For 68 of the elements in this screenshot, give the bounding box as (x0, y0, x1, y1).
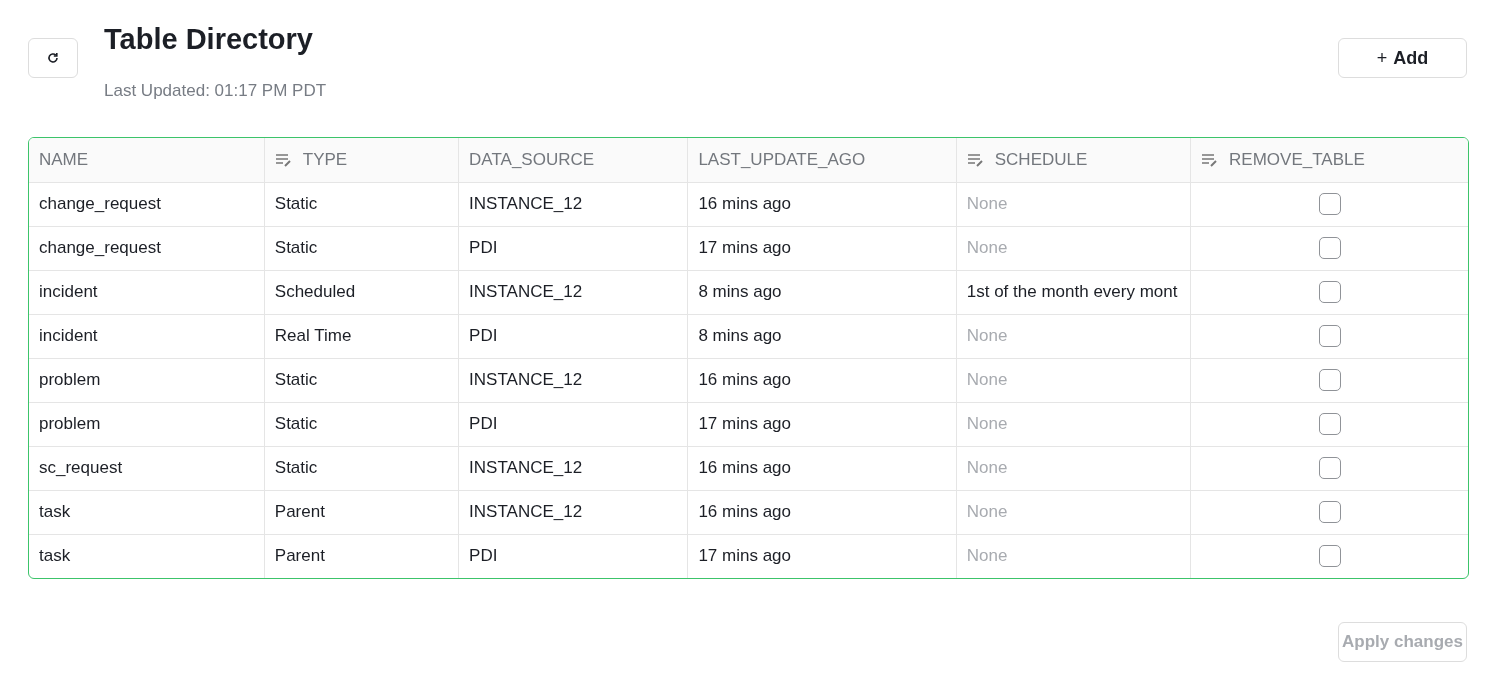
table-cell: Static (264, 446, 459, 490)
table-cell: 17 mins ago (687, 534, 957, 578)
table-cell: PDI (458, 534, 688, 578)
table-cell: incident (29, 270, 265, 314)
table-cell: PDI (458, 226, 688, 270)
table-cell: task (29, 534, 265, 578)
table-cell: 16 mins ago (687, 490, 957, 534)
table-cell: sc_request (29, 446, 265, 490)
table-cell: INSTANCE_12 (458, 446, 688, 490)
table-cell: change_request (29, 226, 265, 270)
last-updated-text: Last Updated: 01:17 PM PDT (104, 81, 328, 101)
table-cell: Static (264, 182, 459, 226)
table-cell: Real Time (264, 314, 459, 358)
table-cell: INSTANCE_12 (458, 358, 688, 402)
table-cell: None (956, 314, 1191, 358)
table-cell: Parent (264, 490, 459, 534)
table-cell: INSTANCE_12 (458, 182, 688, 226)
page-title: Table Directory (104, 22, 314, 57)
table-cell: PDI (458, 314, 688, 358)
column-header: NAME (29, 138, 265, 182)
table-cell: 16 mins ago (687, 358, 957, 402)
column-header: DATA_SOURCE (458, 138, 688, 182)
table-cell: None (956, 534, 1191, 578)
table-cell: incident (29, 314, 265, 358)
refresh-icon (47, 52, 59, 64)
table-cell: None (956, 402, 1191, 446)
table-cell: INSTANCE_12 (458, 270, 688, 314)
table-cell: 16 mins ago (687, 446, 957, 490)
checkbox[interactable] (1318, 325, 1341, 347)
table-cell: Static (264, 358, 459, 402)
table-cell: 16 mins ago (687, 182, 957, 226)
edit-list-icon (1201, 152, 1220, 167)
edit-list-icon (966, 152, 985, 167)
checkbox[interactable] (1318, 457, 1341, 479)
table-cell: None (956, 182, 1191, 226)
column-header: TYPE (264, 138, 459, 182)
table-cell: PDI (458, 402, 688, 446)
checkbox[interactable] (1318, 237, 1341, 259)
table-cell: 17 mins ago (687, 226, 957, 270)
checkbox[interactable] (1318, 501, 1341, 523)
column-header: REMOVE_TABLE (1190, 138, 1468, 182)
table-cell: Scheduled (264, 270, 459, 314)
table-cell: change_request (29, 182, 265, 226)
table-cell: None (956, 490, 1191, 534)
table-cell: problem (29, 358, 265, 402)
refresh-button[interactable] (28, 38, 78, 78)
table-cell: 8 mins ago (687, 270, 957, 314)
table-cell: 1st of the month every mont (956, 270, 1191, 314)
column-header: SCHEDULE (956, 138, 1191, 182)
table-cell: None (956, 226, 1191, 270)
table-cell: Static (264, 226, 459, 270)
table-cell: Parent (264, 534, 459, 578)
checkbox[interactable] (1318, 193, 1341, 215)
table-cell: 8 mins ago (687, 314, 957, 358)
table-cell: task (29, 490, 265, 534)
table-cell: problem (29, 402, 265, 446)
checkbox[interactable] (1318, 281, 1341, 303)
table-cell: None (956, 358, 1191, 402)
column-header: LAST_UPDATE_AGO (687, 138, 957, 182)
add-button[interactable]: + Add (1338, 38, 1467, 78)
checkbox[interactable] (1318, 545, 1341, 567)
checkbox[interactable] (1318, 369, 1341, 391)
table-cell: Static (264, 402, 459, 446)
checkbox[interactable] (1318, 413, 1341, 435)
table-cell: INSTANCE_12 (458, 490, 688, 534)
edit-list-icon (274, 152, 293, 167)
table-cell: None (956, 446, 1191, 490)
table-cell: 17 mins ago (687, 402, 957, 446)
